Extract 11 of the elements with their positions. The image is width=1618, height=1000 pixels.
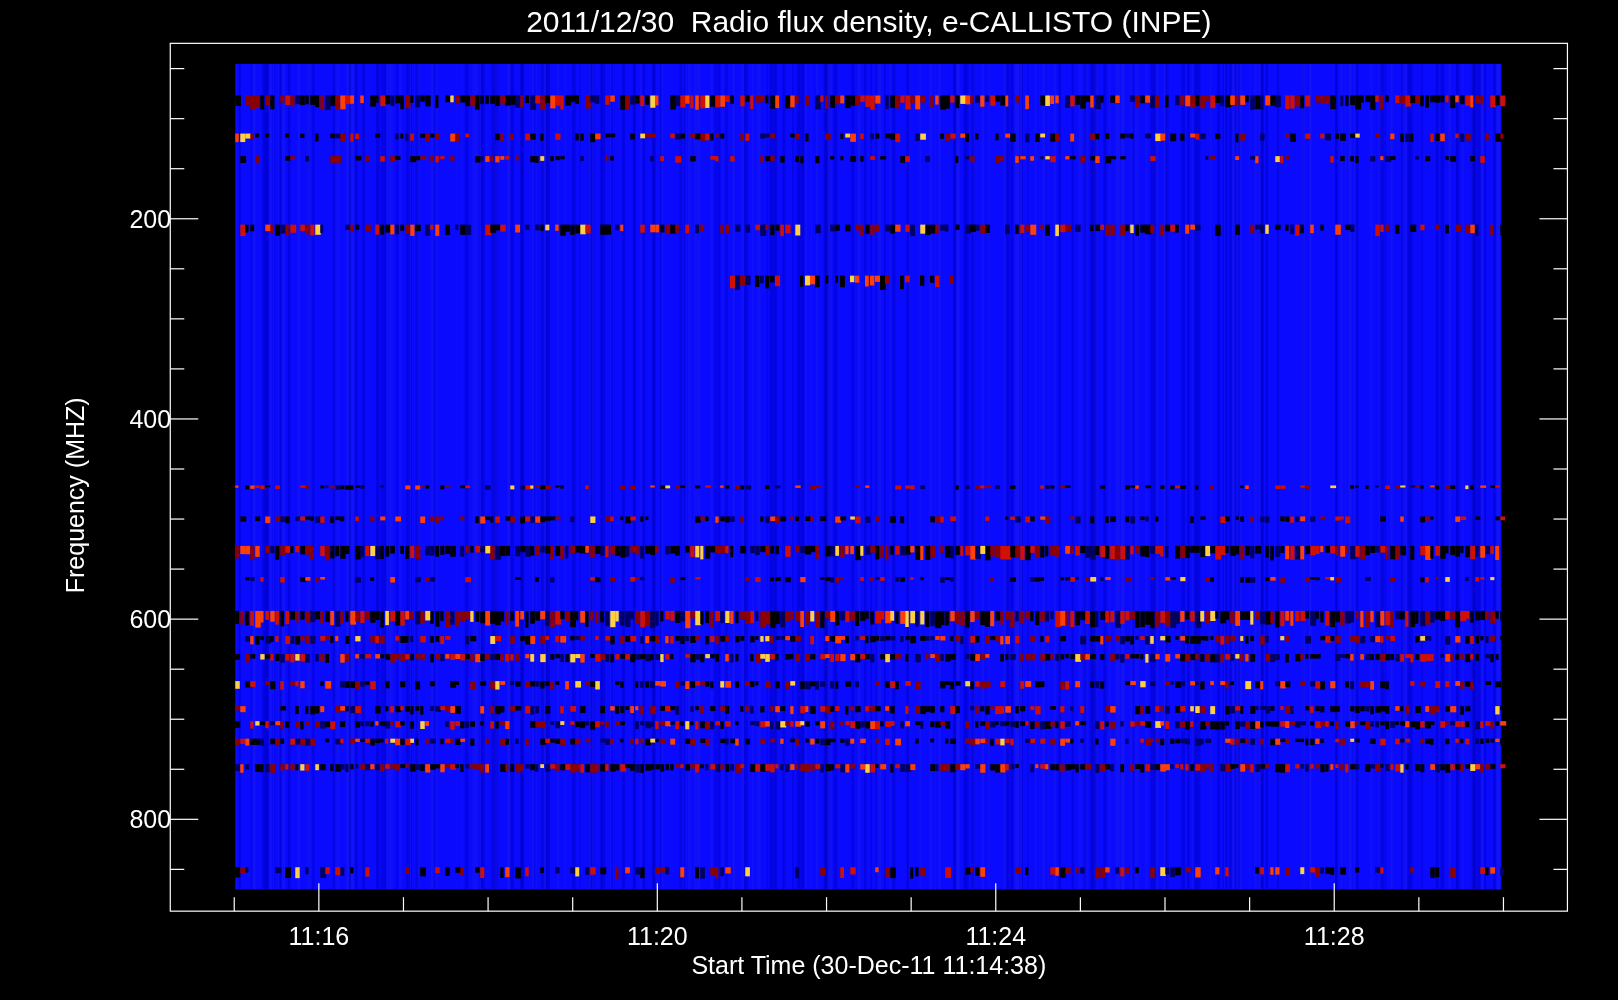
- tick-label: 11:16: [288, 922, 350, 951]
- tick-label: 11:20: [626, 922, 688, 951]
- plot-title: 2011/12/30 Radio flux density, e-CALLISTO (INPE): [526, 5, 1212, 38]
- tick-label: 200: [129, 204, 172, 233]
- tick-label: 11:28: [1303, 922, 1365, 951]
- tick-label: 600: [129, 605, 172, 634]
- tick-label: 11:24: [965, 922, 1027, 951]
- axis-label: Frequency (MHZ): [61, 397, 89, 594]
- tick-label: 800: [129, 805, 172, 834]
- axis-label: Start Time (30-Dec-11 11:14:38): [691, 951, 1047, 979]
- tick-label: 400: [129, 404, 172, 433]
